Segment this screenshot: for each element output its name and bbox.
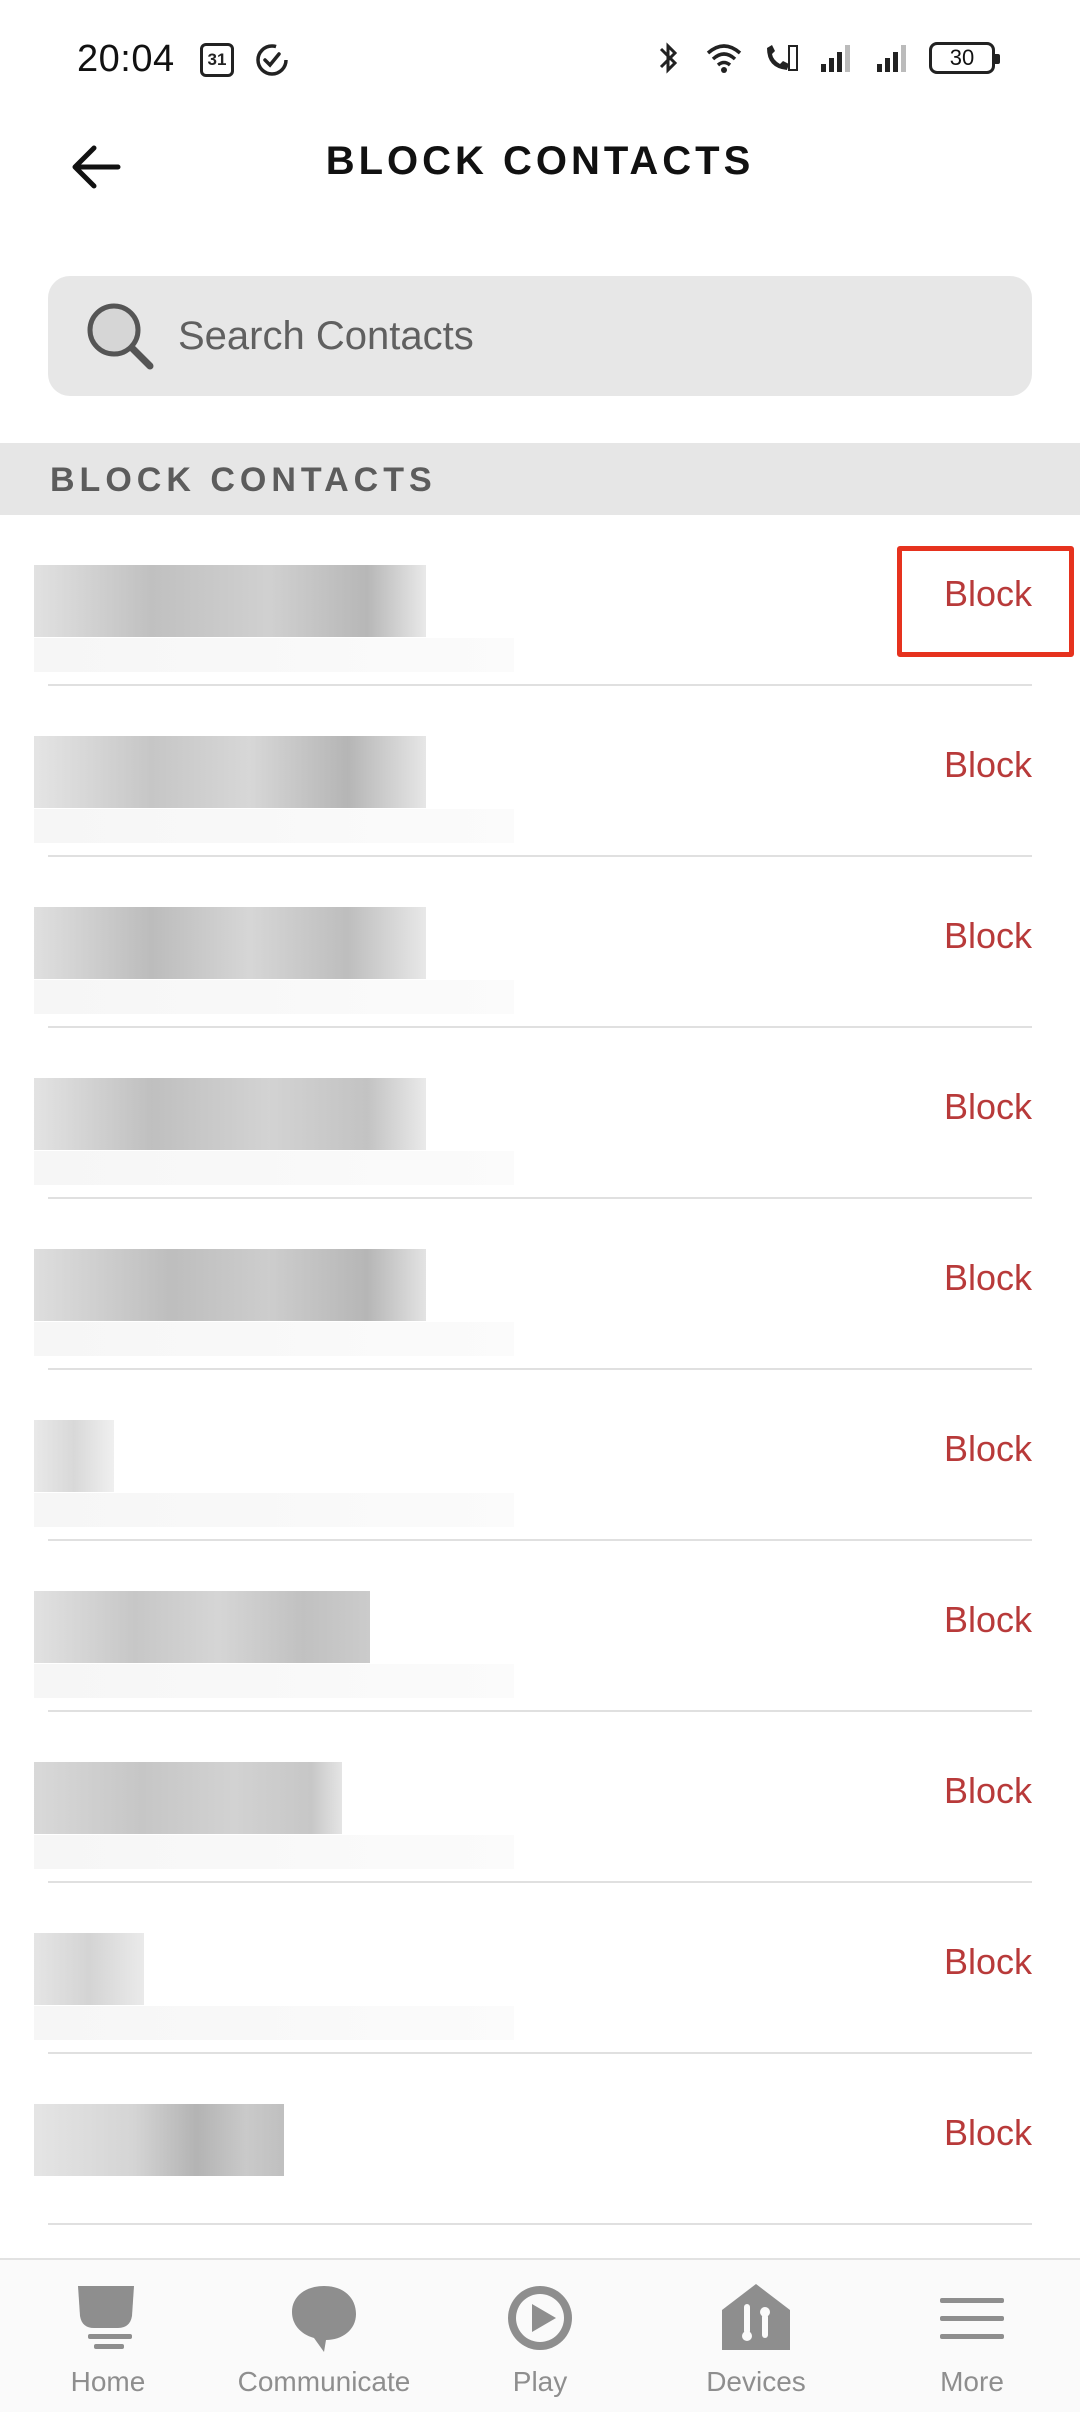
bottom-nav: Home Communicate Play Devices More [0, 2258, 1080, 2412]
contact-row: Block [0, 1883, 1080, 2054]
check-circle-icon [256, 44, 288, 76]
contact-row: Block [0, 1199, 1080, 1370]
contact-row: Block [0, 686, 1080, 857]
redacted-contact-name [34, 736, 426, 808]
devices-icon [722, 2284, 790, 2350]
redacted-contact-name [34, 1933, 144, 2005]
nav-label: Play [512, 2366, 568, 2397]
contact-row: Block [0, 857, 1080, 1028]
signal-strength-icon [821, 45, 850, 72]
menu-icon [940, 2298, 1004, 2339]
redacted-contact-name [34, 565, 426, 637]
redacted-contact-name [34, 1249, 426, 1321]
search-box[interactable] [48, 276, 1032, 396]
nav-label: Communicate [237, 2366, 411, 2397]
nav-label: Home [70, 2366, 146, 2397]
signal-strength-2-icon [877, 45, 906, 72]
contact-row: Block [0, 1370, 1080, 1541]
block-button[interactable]: Block [944, 2112, 1032, 2154]
block-button[interactable]: Block [944, 744, 1032, 786]
chat-bubble-icon [292, 2286, 356, 2352]
redacted-contact-name [34, 1591, 370, 1663]
contact-row: Block [0, 2054, 1080, 2225]
block-button[interactable]: Block [944, 1770, 1032, 1812]
status-time: 20:04 [77, 38, 175, 80]
search-icon [87, 303, 154, 370]
bluetooth-icon [659, 42, 678, 74]
block-button[interactable]: Block [944, 1599, 1032, 1641]
block-button[interactable]: Block [944, 1941, 1032, 1983]
redacted-contact-name [34, 1420, 114, 1492]
battery-icon: 30 [929, 42, 1000, 74]
home-icon [78, 2286, 134, 2349]
nav-label: More [940, 2366, 1004, 2397]
section-title: BLOCK CONTACTS [50, 461, 437, 499]
block-button[interactable]: Block [944, 915, 1032, 957]
play-icon [508, 2286, 572, 2350]
app-header: BLOCK CONTACTS [0, 125, 1080, 275]
nav-label: Devices [706, 2366, 806, 2397]
nav-more[interactable]: More [864, 2260, 1080, 2412]
contact-row: Block [0, 515, 1080, 686]
search-input[interactable] [178, 313, 958, 359]
section-header: BLOCK CONTACTS [0, 443, 1080, 515]
nav-home[interactable]: Home [0, 2260, 216, 2412]
redacted-contact-name [34, 907, 426, 979]
contact-row: Block [0, 1712, 1080, 1883]
page-title: BLOCK CONTACTS [325, 139, 755, 183]
calendar-icon: 31 [200, 43, 234, 77]
nav-play[interactable]: Play [432, 2260, 648, 2412]
block-button[interactable]: Block [944, 573, 1032, 615]
wifi-calling-icon [767, 45, 798, 71]
redacted-contact-name [34, 2104, 284, 2176]
status-bar: 20:04 31 30 [0, 0, 1080, 125]
block-button[interactable]: Block [944, 1086, 1032, 1128]
contact-row: Block [0, 1541, 1080, 1712]
nav-communicate[interactable]: Communicate [216, 2260, 432, 2412]
contact-row: Block [0, 1028, 1080, 1199]
redacted-contact-name [34, 1762, 342, 1834]
block-button[interactable]: Block [944, 1257, 1032, 1299]
block-button[interactable]: Block [944, 1428, 1032, 1470]
nav-devices[interactable]: Devices [648, 2260, 864, 2412]
contact-list: Block Block Block Block Block Block Bloc… [0, 515, 1080, 2225]
wifi-icon [706, 44, 742, 73]
redacted-contact-name [34, 1078, 426, 1150]
